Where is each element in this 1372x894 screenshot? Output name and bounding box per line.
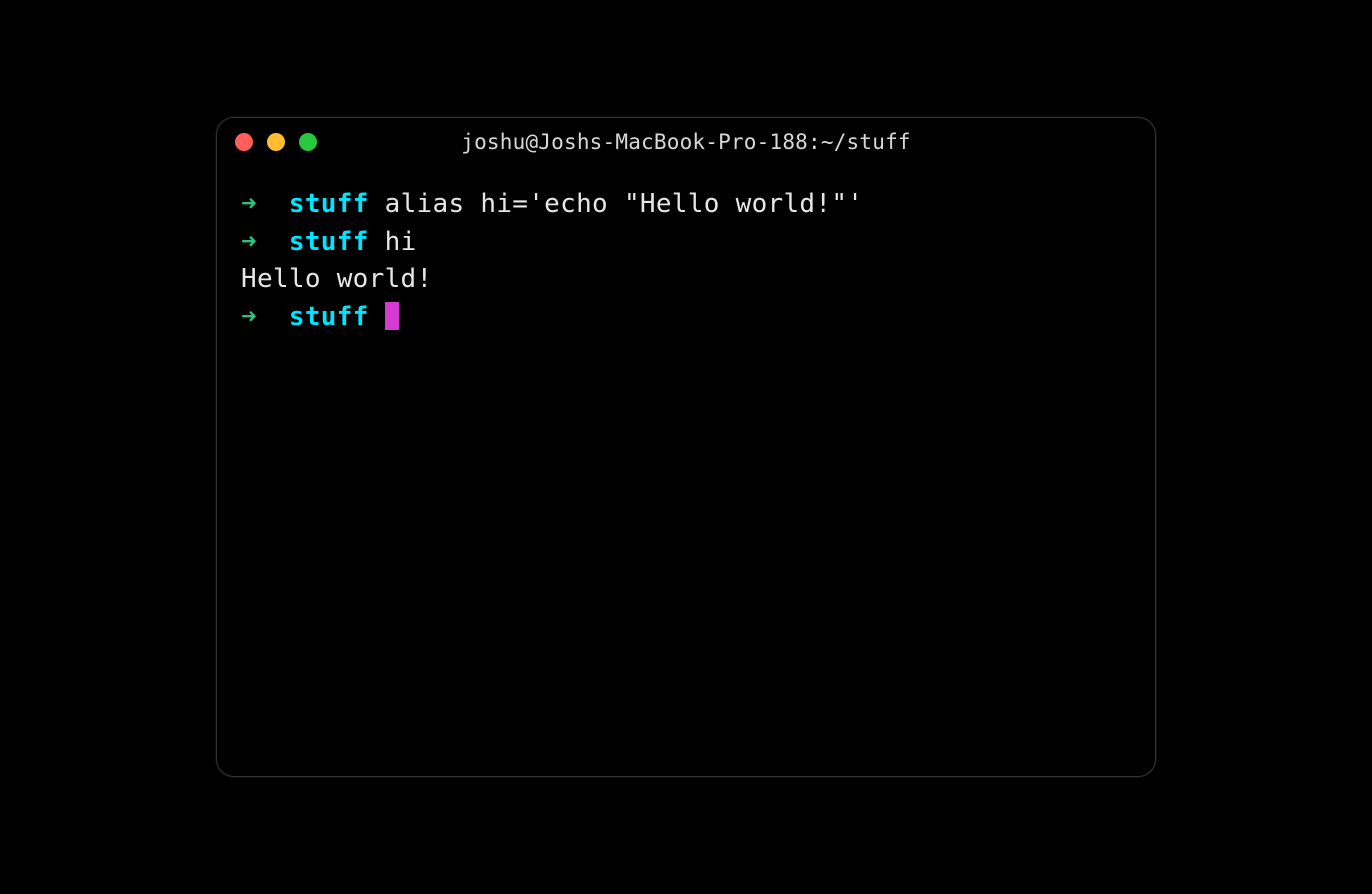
cursor-icon [385, 302, 399, 330]
terminal-line: Hello world! [241, 261, 1131, 299]
command-text: hi [385, 227, 417, 257]
window-title: joshu@Joshs-MacBook-Pro-188:~/stuff [461, 130, 911, 154]
terminal-window: joshu@Joshs-MacBook-Pro-188:~/stuff ➜ st… [216, 117, 1156, 777]
prompt-dir: stuff [289, 302, 369, 332]
terminal-line: ➜ stuff hi [241, 224, 1131, 262]
prompt-arrow-icon: ➜ [241, 227, 257, 257]
prompt-dir: stuff [289, 189, 369, 219]
maximize-icon[interactable] [299, 133, 317, 151]
command-text: alias hi='echo "Hello world!"' [385, 189, 864, 219]
prompt-dir: stuff [289, 227, 369, 257]
close-icon[interactable] [235, 133, 253, 151]
traffic-lights [235, 133, 317, 151]
prompt-arrow-icon: ➜ [241, 189, 257, 219]
terminal-body[interactable]: ➜ stuff alias hi='echo "Hello world!"'➜ … [217, 166, 1155, 776]
prompt-arrow-icon: ➜ [241, 302, 257, 332]
minimize-icon[interactable] [267, 133, 285, 151]
output-text: Hello world! [241, 264, 432, 294]
titlebar: joshu@Joshs-MacBook-Pro-188:~/stuff [217, 118, 1155, 166]
terminal-line: ➜ stuff alias hi='echo "Hello world!"' [241, 186, 1131, 224]
terminal-line: ➜ stuff [241, 299, 1131, 337]
